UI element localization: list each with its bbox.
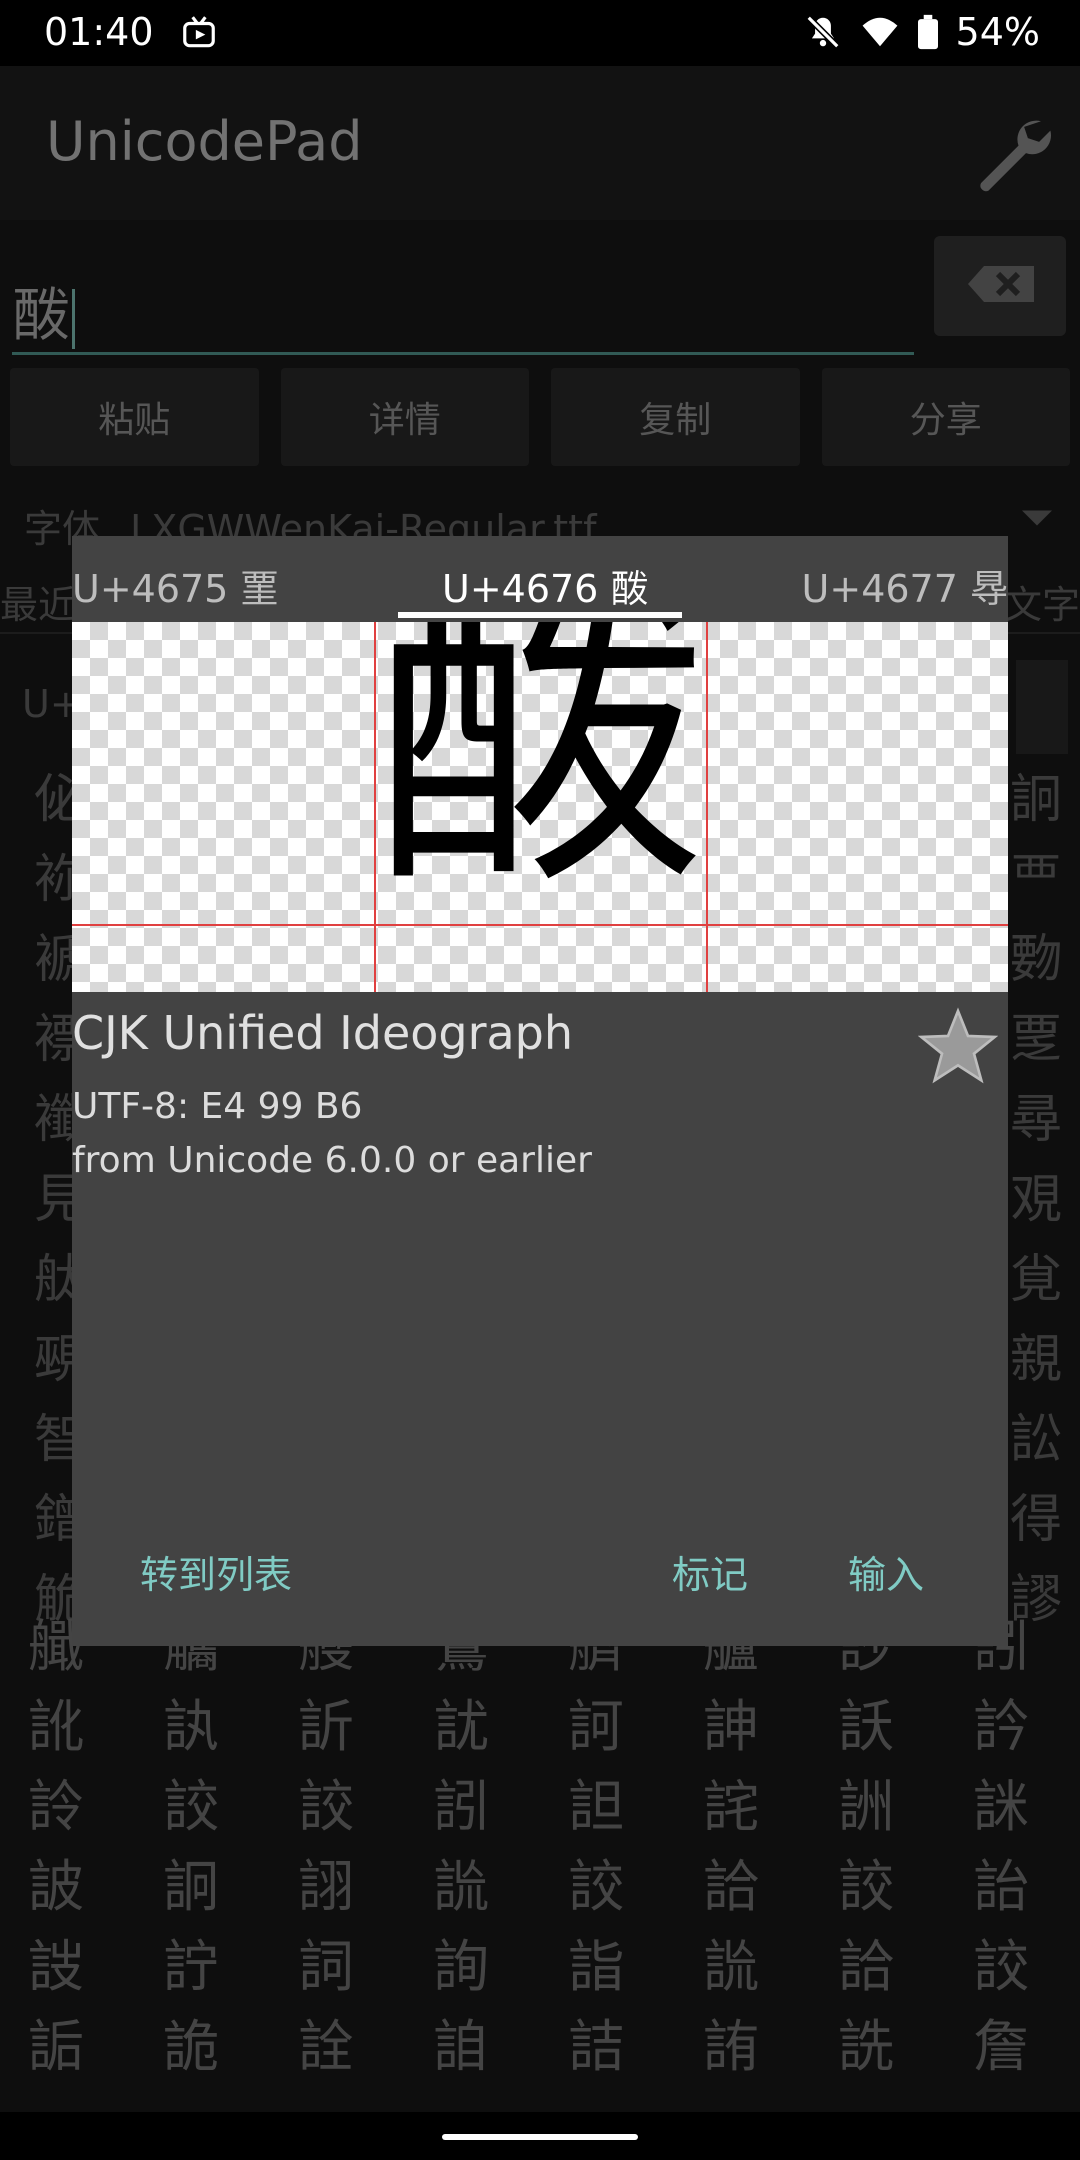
tab-next-char[interactable]: U+4677 䙷	[802, 558, 1008, 613]
star-icon[interactable]	[918, 1006, 998, 1086]
tv-icon	[183, 16, 215, 48]
wifi-icon	[862, 17, 897, 47]
mark-button[interactable]: 标记	[672, 1544, 748, 1599]
navigation-bar	[0, 2112, 1080, 2160]
char-name: CJK Unified Ideograph	[72, 1006, 574, 1060]
battery-icon	[917, 14, 938, 50]
tab-prev-char[interactable]: U+4675 䙵	[72, 558, 278, 613]
dialog-actions: 转到列表 标记 输入	[72, 1526, 1008, 1606]
input-button[interactable]: 输入	[848, 1544, 924, 1599]
status-bar: 01:40 54%	[0, 0, 1080, 66]
status-time: 01:40	[44, 10, 154, 54]
tab-current-char[interactable]: U+4676 酦	[442, 558, 648, 613]
battery-percent: 54%	[955, 10, 1040, 54]
char-utf8: UTF-8: E4 99 B6	[72, 1086, 363, 1127]
char-version: from Unicode 6.0.0 or earlier	[72, 1140, 592, 1181]
goto-list-button[interactable]: 转到列表	[140, 1544, 292, 1599]
glyph-preview: 酦	[72, 622, 1008, 992]
character-detail-dialog: U+4675 䙵 U+4676 酦 U+4677 䙷 酦 CJK Unified…	[72, 536, 1008, 1646]
home-gesture-pill[interactable]	[442, 2134, 638, 2140]
tab-indicator	[398, 612, 682, 618]
glyph-character: 酦	[368, 622, 708, 932]
dialog-tabs: U+4675 䙵 U+4676 酦 U+4677 䙷	[72, 536, 1008, 622]
bell-off-icon	[806, 15, 840, 49]
